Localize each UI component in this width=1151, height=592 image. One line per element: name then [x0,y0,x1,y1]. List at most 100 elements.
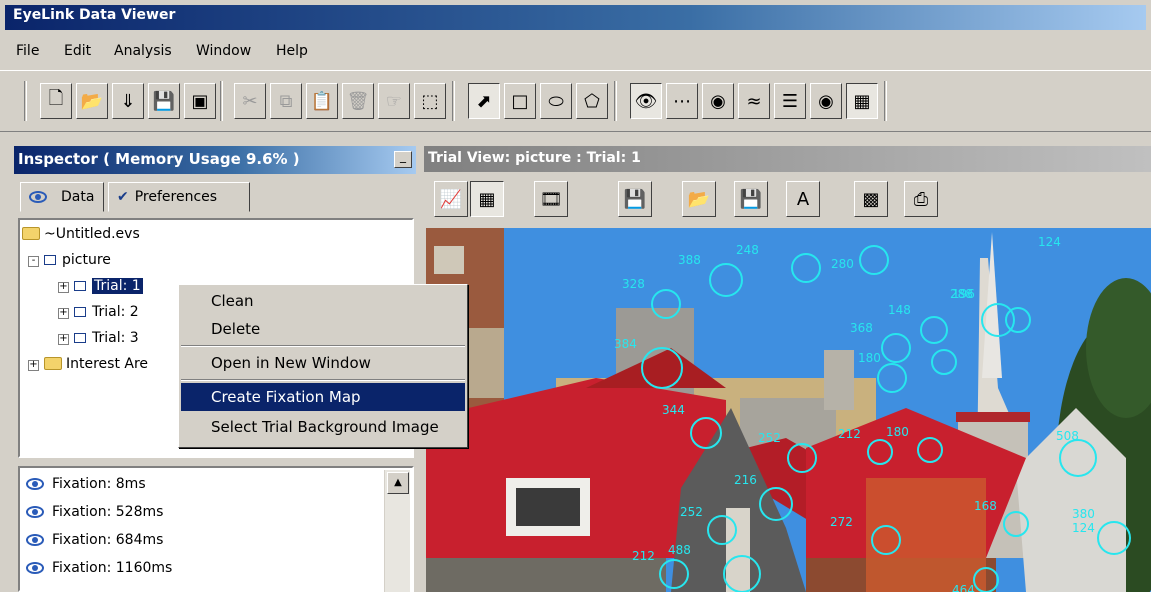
fixation-label: 488 [668,543,691,557]
fixation-label: 252 [758,431,781,445]
expand-toggle-interest[interactable]: + [28,360,39,371]
sample-icon[interactable]: ≈ [738,83,770,119]
message-icon[interactable]: ☰ [774,83,806,119]
fixation-label: 380 [1072,507,1095,521]
import-icon[interactable]: ⇓ [112,83,144,119]
trial-icon [74,333,86,343]
eye-icon [26,478,44,490]
fixation-label: 368 [850,321,873,335]
tree-root[interactable]: ~Untitled.evs [22,226,140,242]
tree-trial-1[interactable]: Trial: 1 [74,278,143,294]
expand-toggle-trial-2[interactable]: + [58,308,69,319]
fixation-icon[interactable]: 👁 [630,83,662,119]
tree-trial-2[interactable]: Trial: 2 [74,304,139,320]
menu-bar: File Edit Analysis Window Help [0,36,1151,66]
print-icon[interactable]: ⎙ [904,181,938,217]
checkmark-icon: ✔ [117,189,129,205]
menu-item-delete[interactable]: Delete [181,315,465,343]
menu-item-select-background[interactable]: Select Trial Background Image [181,413,465,441]
vertical-scrollbar[interactable]: ▲ [384,470,410,592]
list-item[interactable]: Fixation: 1160ms [26,560,172,576]
save-image-icon[interactable]: 💾 [734,181,768,217]
menu-item-clean[interactable]: Clean [181,287,465,315]
tree-interest-areas[interactable]: Interest Are [44,356,148,372]
tab-preferences-label: Preferences [134,189,218,205]
font-icon[interactable]: A [786,181,820,217]
list-item[interactable]: Fixation: 8ms [26,476,146,492]
fixation-label: 384 [614,337,637,351]
blink-icon[interactable]: ◉ [702,83,734,119]
fixation-label: 248 [736,243,759,257]
main-toolbar: 🗋 📂 ⇓ 💾 ▣ ✂ ⧉ 📋 🗑 ☞ ⬚ ⬈ □ ⬭ ⬠ 👁 ⋯ ◉ ≈ ☰ … [0,70,1151,132]
interest-area-icon[interactable]: ◉ [810,83,842,119]
temporal-graph-icon[interactable]: 📈 [434,181,468,217]
trial-view-toolbar: 📈 ▦ 🎞 💾 📂 💾 A ▩ ⎙ [424,172,1151,228]
fixation-list: Fixation: 8ms Fixation: 528ms Fixation: … [18,466,414,592]
fixation-label: 328 [622,277,645,291]
menu-window[interactable]: Window [196,43,251,59]
trial-view-icon[interactable]: ▦ [846,83,878,119]
freehand-icon[interactable]: ⬠ [576,83,608,119]
copy-icon[interactable]: ⧉ [270,83,302,119]
eye-icon [26,506,44,518]
animation-icon[interactable]: 🎞 [534,181,568,217]
delete-icon[interactable]: 🗑 [342,83,374,119]
menu-separator [181,345,465,347]
inspector-title-bar: Inspector ( Memory Usage 9.6% ) _ [14,146,416,174]
tab-preferences[interactable]: ✔ Preferences [108,182,250,212]
fixation-label: 388 [678,253,701,267]
scroll-up-icon[interactable]: ▲ [387,472,409,494]
menu-separator [181,379,465,381]
pointer-icon[interactable]: ⬈ [468,83,500,119]
trial-view-title-bar: Trial View: picture : Trial: 1 [424,146,1151,172]
export-icon[interactable]: 💾 [618,181,652,217]
expand-toggle-trial-3[interactable]: + [58,334,69,345]
cut-icon[interactable]: ✂ [234,83,266,119]
open-icon[interactable]: 📂 [76,83,108,119]
fixation-label: 212 [838,427,861,441]
save-icon[interactable]: 💾 [148,83,180,119]
eye-icon [26,534,44,546]
fixation-label: 168 [974,499,997,513]
fixation-label: 272 [830,515,853,529]
list-item[interactable]: Fixation: 528ms [26,504,163,520]
new-file-icon[interactable]: 🗋 [40,83,72,119]
fixation-label: 508 [1056,429,1079,443]
fixation-label: 288 [950,287,973,301]
background-image: 388 248 280 328 148 196 384 368 180 288 … [426,228,1151,592]
paste-icon[interactable]: 📋 [306,83,338,119]
trial-view-canvas[interactable]: 388 248 280 328 148 196 384 368 180 288 … [426,228,1151,592]
spatial-overlay-icon[interactable]: ▦ [470,181,504,217]
tab-data[interactable]: Data [20,182,104,212]
menu-item-create-fixation-map[interactable]: Create Fixation Map [181,383,465,411]
inspector-title: Inspector ( Memory Usage 9.6% ) [18,150,300,168]
open-image-icon[interactable]: 📂 [682,181,716,217]
menu-analysis[interactable]: Analysis [114,43,172,59]
menu-help[interactable]: Help [276,43,308,59]
fixation-label: 464 [952,583,975,592]
window-title-bar: EyeLink Data Viewer [0,0,1151,30]
menu-file[interactable]: File [16,43,39,59]
fixation-label: 148 [888,303,911,317]
tree-trial-3[interactable]: Trial: 3 [74,330,139,346]
collapse-toggle[interactable]: - [28,256,39,267]
undo-icon[interactable]: ☞ [378,83,410,119]
menu-edit[interactable]: Edit [64,43,91,59]
folder-icon [22,227,40,240]
background-icon[interactable]: ▩ [854,181,888,217]
save-all-icon[interactable]: ▣ [184,83,216,119]
fixation-label: 344 [662,403,685,417]
rectangle-icon[interactable]: □ [504,83,536,119]
minimize-button[interactable]: _ [394,150,412,168]
expand-toggle-trial-1[interactable]: + [58,282,69,293]
ellipse-icon[interactable]: ⬭ [540,83,572,119]
fixation-label: 252 [680,505,703,519]
tab-data-label: Data [61,189,95,205]
session-icon [44,255,56,265]
select-area-icon[interactable]: ⬚ [414,83,446,119]
menu-item-open-new-window[interactable]: Open in New Window [181,349,465,377]
list-item[interactable]: Fixation: 684ms [26,532,163,548]
tree-session[interactable]: picture [44,252,111,268]
fixation-label: 124 [1038,235,1061,249]
saccade-icon[interactable]: ⋯ [666,83,698,119]
